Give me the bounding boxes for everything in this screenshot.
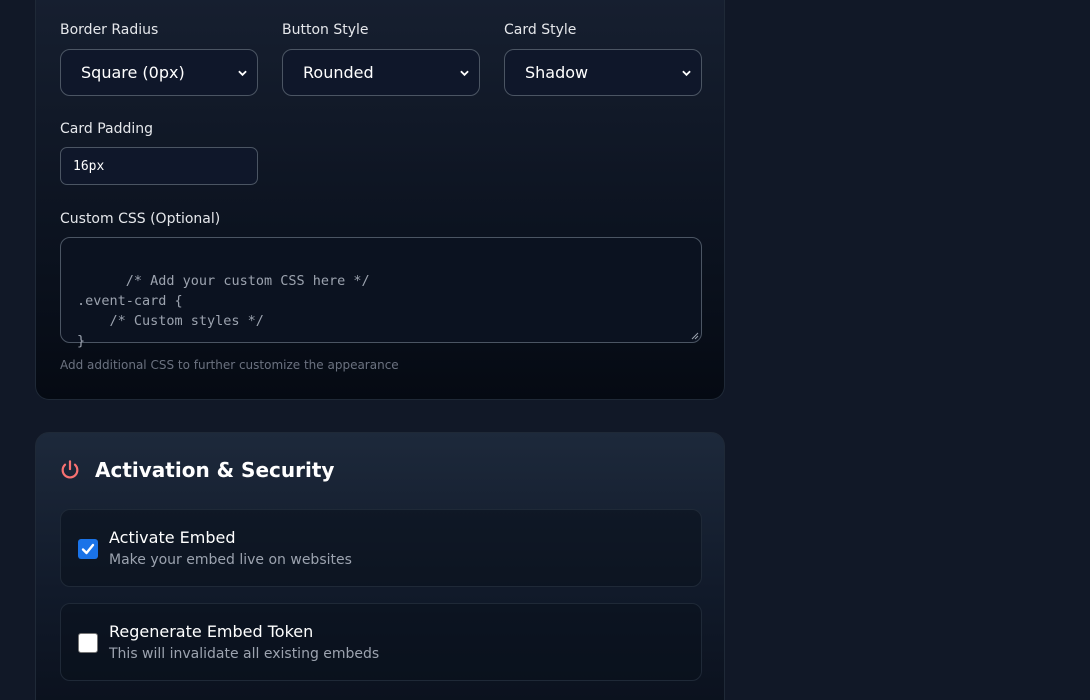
card-padding-value: 16px xyxy=(73,158,105,174)
power-icon xyxy=(61,460,79,479)
activate-embed-checkbox[interactable] xyxy=(78,539,98,559)
chevron-down-icon xyxy=(460,70,469,76)
border-radius-value: Square (0px) xyxy=(81,63,185,82)
border-radius-label: Border Radius xyxy=(60,22,159,38)
card-style-select[interactable]: Shadow xyxy=(504,49,702,96)
regenerate-token-description: This will invalidate all existing embeds xyxy=(109,646,380,662)
chevron-down-icon xyxy=(682,70,691,76)
activate-embed-description: Make your embed live on websites xyxy=(109,552,352,568)
card-style-value: Shadow xyxy=(525,63,589,82)
appearance-card: Border Radius Square (0px) Button Style … xyxy=(35,0,725,400)
activate-embed-title: Activate Embed xyxy=(109,528,236,547)
custom-css-label: Custom CSS (Optional) xyxy=(60,211,221,227)
chevron-down-icon xyxy=(238,70,247,76)
button-style-label: Button Style xyxy=(282,22,369,38)
resize-handle-icon[interactable] xyxy=(691,332,699,340)
button-style-select[interactable]: Rounded xyxy=(282,49,480,96)
border-radius-select[interactable]: Square (0px) xyxy=(60,49,258,96)
card-padding-input[interactable]: 16px xyxy=(60,147,258,185)
activation-security-card: Activation & Security Activate Embed Mak… xyxy=(35,432,725,700)
button-style-value: Rounded xyxy=(303,63,374,82)
page: Border Radius Square (0px) Button Style … xyxy=(0,0,1090,700)
custom-css-placeholder: /* Add your custom CSS here */ .event-ca… xyxy=(77,273,370,349)
regenerate-token-checkbox[interactable] xyxy=(78,633,98,653)
card-style-label: Card Style xyxy=(504,22,577,38)
custom-css-textarea[interactable]: /* Add your custom CSS here */ .event-ca… xyxy=(60,237,702,349)
section-title: Activation & Security xyxy=(95,458,335,482)
regenerate-token-title: Regenerate Embed Token xyxy=(109,622,314,641)
activate-embed-option[interactable]: Activate Embed Make your embed live on w… xyxy=(60,509,702,587)
regenerate-token-option[interactable]: Regenerate Embed Token This will invalid… xyxy=(60,603,702,681)
checkmark-icon xyxy=(81,543,95,555)
custom-css-hint: Add additional CSS to further customize … xyxy=(60,358,399,372)
card-padding-label: Card Padding xyxy=(60,121,154,137)
